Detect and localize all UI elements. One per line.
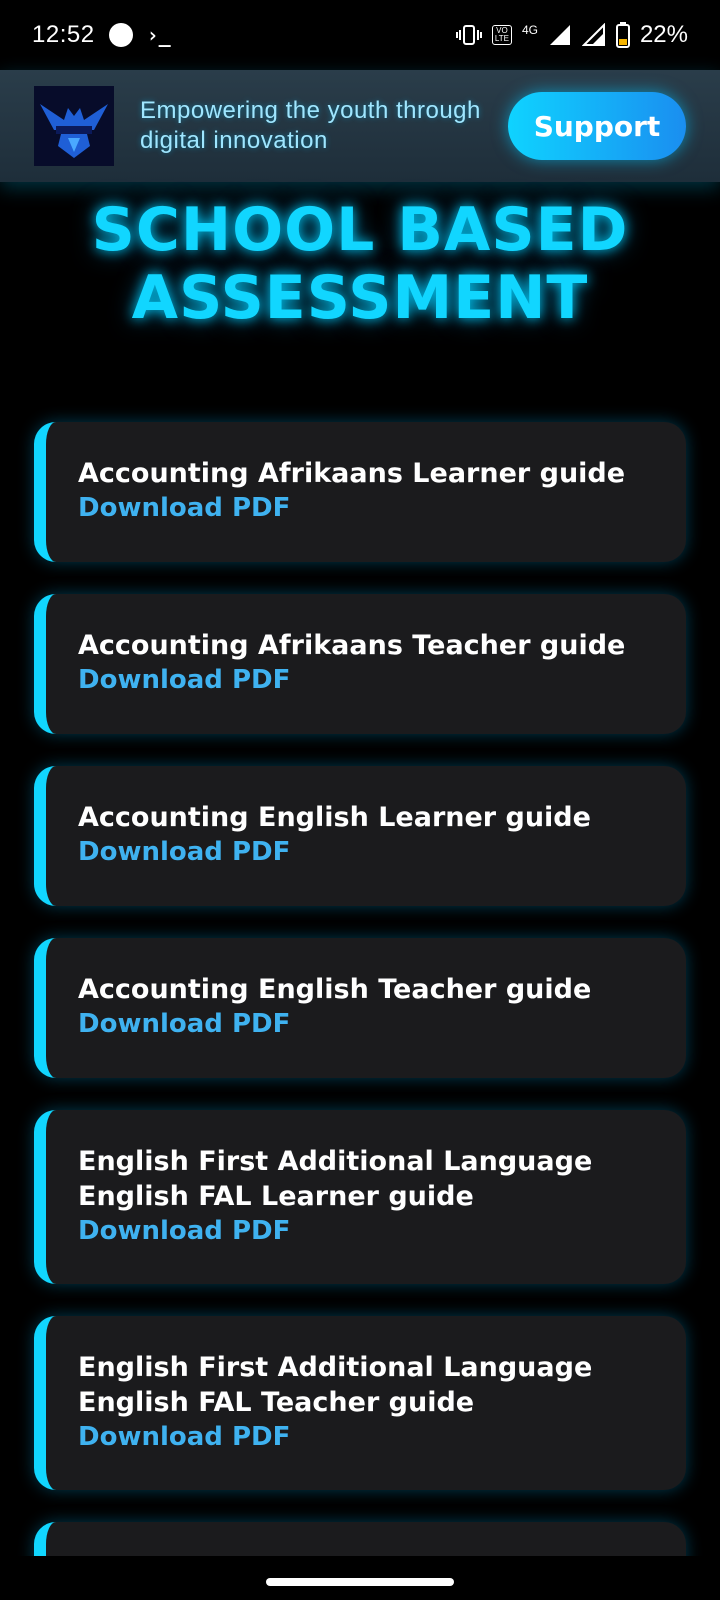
home-gesture-handle[interactable] [266, 1578, 454, 1586]
list-item[interactable]: Accounting English Learner guide Downloa… [34, 766, 686, 906]
battery-icon [615, 22, 630, 48]
navigation-bar [0, 1556, 720, 1600]
support-button[interactable]: Support [508, 92, 686, 160]
signal-2-icon [581, 23, 605, 46]
card-title: Accounting Afrikaans Teacher guide [78, 630, 626, 661]
download-pdf-link[interactable]: Download PDF [78, 491, 290, 525]
download-pdf-link[interactable]: Download PDF [78, 1420, 290, 1454]
page-title: SCHOOL BASED ASSESSMENT [91, 195, 629, 333]
list-item[interactable]: English First Additional Language Englis… [34, 1110, 686, 1284]
tagline: Empowering the youth through digital inn… [140, 97, 481, 154]
signal-icon [549, 25, 570, 45]
download-pdf-link[interactable]: Download PDF [78, 663, 290, 697]
status-left: 12:52 ›_ [32, 21, 171, 49]
volte-icon: VO LTE [491, 25, 512, 45]
download-pdf-link[interactable]: Download PDF [78, 1007, 290, 1041]
status-right: VO LTE 4G 22% [455, 21, 688, 49]
list-item[interactable]: English First Additional Language Englis… [34, 1316, 686, 1490]
screen: 12:52 ›_ VO LTE 4G 22% Empowering the yo… [0, 0, 720, 1600]
list-item[interactable]: Accounting English Teacher guide Downloa… [34, 938, 686, 1078]
card-title: English First Additional Language Englis… [78, 1146, 593, 1212]
volte-bottom: LTE [494, 34, 509, 43]
vibrate-icon [455, 25, 482, 45]
clock: 12:52 [32, 21, 95, 48]
network-type: 4G [521, 23, 538, 37]
header-banner: Empowering the youth through digital inn… [0, 70, 720, 182]
card-title: Accounting English Teacher guide [78, 974, 592, 1005]
eagle-icon [34, 86, 114, 166]
notification-dot-icon [108, 23, 133, 47]
card-title: English First Additional Language Englis… [78, 1352, 593, 1418]
terminal-icon: ›_ [146, 23, 171, 47]
card-title: Accounting English Learner guide [78, 802, 591, 833]
download-pdf-link[interactable]: Download PDF [78, 835, 290, 869]
battery-percent: 22% [639, 21, 688, 48]
card-title: Accounting Afrikaans Learner guide [78, 458, 626, 489]
eagle-logo [34, 86, 114, 166]
list-item[interactable]: Accounting Afrikaans Learner guide Downl… [34, 422, 686, 562]
status-bar: 12:52 ›_ VO LTE 4G 22% [0, 0, 720, 70]
list-item[interactable]: Accounting Afrikaans Teacher guide Downl… [34, 594, 686, 734]
download-pdf-link[interactable]: Download PDF [78, 1214, 290, 1248]
